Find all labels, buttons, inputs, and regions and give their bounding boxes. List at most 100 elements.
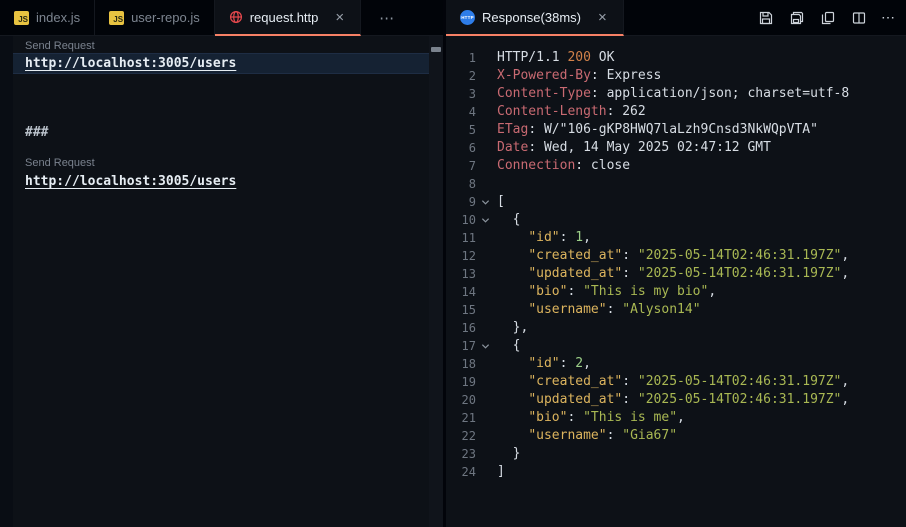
more-actions-icon[interactable]: ⋯	[881, 9, 896, 26]
response-line[interactable]: 1 HTTP/1.1 200 OK	[446, 49, 906, 67]
line-number: 1	[446, 49, 476, 67]
line-number: 19	[446, 373, 476, 391]
tab-user-repo-js[interactable]: JS user-repo.js	[95, 0, 215, 35]
fold-gutter	[476, 157, 495, 175]
send-request-codelens-1[interactable]: Send Request	[25, 40, 95, 52]
response-line[interactable]: 19 "created_at": "2025-05-14T02:46:31.19…	[446, 373, 906, 391]
code-text: "username": "Gia67"	[497, 427, 677, 445]
tab-label: Response(38ms)	[482, 10, 581, 25]
fold-chevron-icon[interactable]	[476, 337, 495, 355]
request-url-link-1[interactable]: http://localhost:3005/users	[25, 56, 236, 71]
response-line[interactable]: 5ETag: W/"106-gKP8HWQ7laLzh9Cnsd3NkWQpVT…	[446, 121, 906, 139]
code-text: Content-Length: 262	[497, 103, 646, 121]
editor-group-request: JS index.js JS user-repo.js request.http…	[0, 0, 443, 527]
editor-actions: ⋯	[757, 0, 906, 35]
line-number: 5	[446, 121, 476, 139]
response-line[interactable]: 12 "created_at": "2025-05-14T02:46:31.19…	[446, 247, 906, 265]
line-number: 3	[446, 85, 476, 103]
fold-gutter	[476, 121, 495, 139]
tab-overflow-button[interactable]: ⋯	[371, 6, 402, 30]
code-text: {	[497, 337, 520, 355]
tab-request-http[interactable]: request.http ×	[215, 0, 361, 36]
right-tab-bar: HTTP Response(38ms) ×	[446, 0, 906, 36]
copy-response-icon[interactable]	[819, 9, 837, 27]
response-code[interactable]: 1 HTTP/1.1 200 OK2X-Powered-By: Express3 C…	[446, 36, 906, 481]
fold-gutter	[476, 139, 495, 157]
response-line[interactable]: 2X-Powered-By: Express	[446, 67, 906, 85]
send-request-codelens-2[interactable]: Send Request	[25, 157, 95, 169]
request-url-line-1[interactable]: http://localhost:3005/users	[13, 53, 429, 74]
response-line[interactable]: 16 },	[446, 319, 906, 337]
tab-label: index.js	[36, 10, 80, 25]
fold-gutter	[476, 49, 495, 67]
response-line[interactable]: 4Content-Length: 262	[446, 103, 906, 121]
save-response-icon[interactable]	[757, 9, 775, 27]
response-line[interactable]: 11 "id": 1,	[446, 229, 906, 247]
line-number: 16	[446, 319, 476, 337]
vscode-window: JS index.js JS user-repo.js request.http…	[0, 0, 906, 527]
code-text: "bio": "This is my bio",	[497, 283, 716, 301]
line-number: 10	[446, 211, 476, 229]
fold-gutter	[476, 265, 495, 283]
line-number: 22	[446, 427, 476, 445]
code-text: "id": 2,	[497, 355, 591, 373]
response-line[interactable]: 18 "id": 2,	[446, 355, 906, 373]
line-number: 11	[446, 229, 476, 247]
request-separator[interactable]: ###	[25, 125, 48, 140]
scrollbar-thumb[interactable]	[431, 47, 441, 52]
scrollbar-track[interactable]	[429, 36, 443, 527]
request-url-line-2[interactable]: http://localhost:3005/users	[13, 171, 429, 192]
line-number: 14	[446, 283, 476, 301]
response-line[interactable]: 10 {	[446, 211, 906, 229]
line-number: 6	[446, 139, 476, 157]
fold-chevron-icon[interactable]	[476, 193, 495, 211]
line-number: 2	[446, 67, 476, 85]
response-line[interactable]: 20 "updated_at": "2025-05-14T02:46:31.19…	[446, 391, 906, 409]
code-text: "bio": "This is me",	[497, 409, 685, 427]
code-text: "created_at": "2025-05-14T02:46:31.197Z"…	[497, 373, 849, 391]
fold-gutter	[476, 283, 495, 301]
response-line[interactable]: 7Connection: close	[446, 157, 906, 175]
code-text: HTTP/1.1 200 OK	[497, 49, 614, 67]
code-text: "id": 1,	[497, 229, 591, 247]
code-text: {	[497, 211, 520, 229]
javascript-file-icon: JS	[109, 11, 124, 25]
fold-chevron-icon[interactable]	[476, 211, 495, 229]
response-line[interactable]: 15 "username": "Alyson14"	[446, 301, 906, 319]
code-text: },	[497, 319, 528, 337]
code-text: Connection: close	[497, 157, 630, 175]
code-text: Date: Wed, 14 May 2025 02:47:12 GMT	[497, 139, 771, 157]
request-url-link-2[interactable]: http://localhost:3005/users	[25, 174, 236, 189]
request-editor[interactable]: Send Request http://localhost:3005/users…	[0, 36, 443, 527]
tab-index-js[interactable]: JS index.js	[0, 0, 95, 35]
fold-gutter	[476, 67, 495, 85]
line-number: 23	[446, 445, 476, 463]
response-line[interactable]: 6 Date: Wed, 14 May 2025 02:47:12 GMT	[446, 139, 906, 157]
javascript-file-icon: JS	[14, 11, 29, 25]
response-line[interactable]: 9[	[446, 193, 906, 211]
response-line[interactable]: 21 "bio": "This is me",	[446, 409, 906, 427]
code-text: "created_at": "2025-05-14T02:46:31.197Z"…	[497, 247, 849, 265]
line-number: 12	[446, 247, 476, 265]
code-text: "updated_at": "2025-05-14T02:46:31.197Z"…	[497, 391, 849, 409]
tab-response[interactable]: HTTP Response(38ms) ×	[446, 0, 624, 36]
response-line[interactable]: 22 "username": "Gia67"	[446, 427, 906, 445]
fold-gutter	[476, 445, 495, 463]
close-icon[interactable]: ×	[333, 10, 346, 25]
code-text: Content-Type: application/json; charset=…	[497, 85, 849, 103]
line-number: 15	[446, 301, 476, 319]
save-response-body-icon[interactable]	[788, 9, 806, 27]
close-icon[interactable]: ×	[596, 10, 609, 25]
response-line[interactable]: 3 Content-Type: application/json; charset…	[446, 85, 906, 103]
response-line[interactable]: 13 "updated_at": "2025-05-14T02:46:31.19…	[446, 265, 906, 283]
code-text: }	[497, 445, 520, 463]
response-line[interactable]: 14 "bio": "This is my bio",	[446, 283, 906, 301]
response-line[interactable]: 17 {	[446, 337, 906, 355]
split-editor-icon[interactable]	[850, 9, 868, 27]
fold-gutter	[476, 229, 495, 247]
response-line[interactable]: 24]	[446, 463, 906, 481]
fold-gutter	[476, 463, 495, 481]
response-editor: 1 HTTP/1.1 200 OK2X-Powered-By: Express3 C…	[446, 36, 906, 527]
response-line[interactable]: 8	[446, 175, 906, 193]
response-line[interactable]: 23 }	[446, 445, 906, 463]
